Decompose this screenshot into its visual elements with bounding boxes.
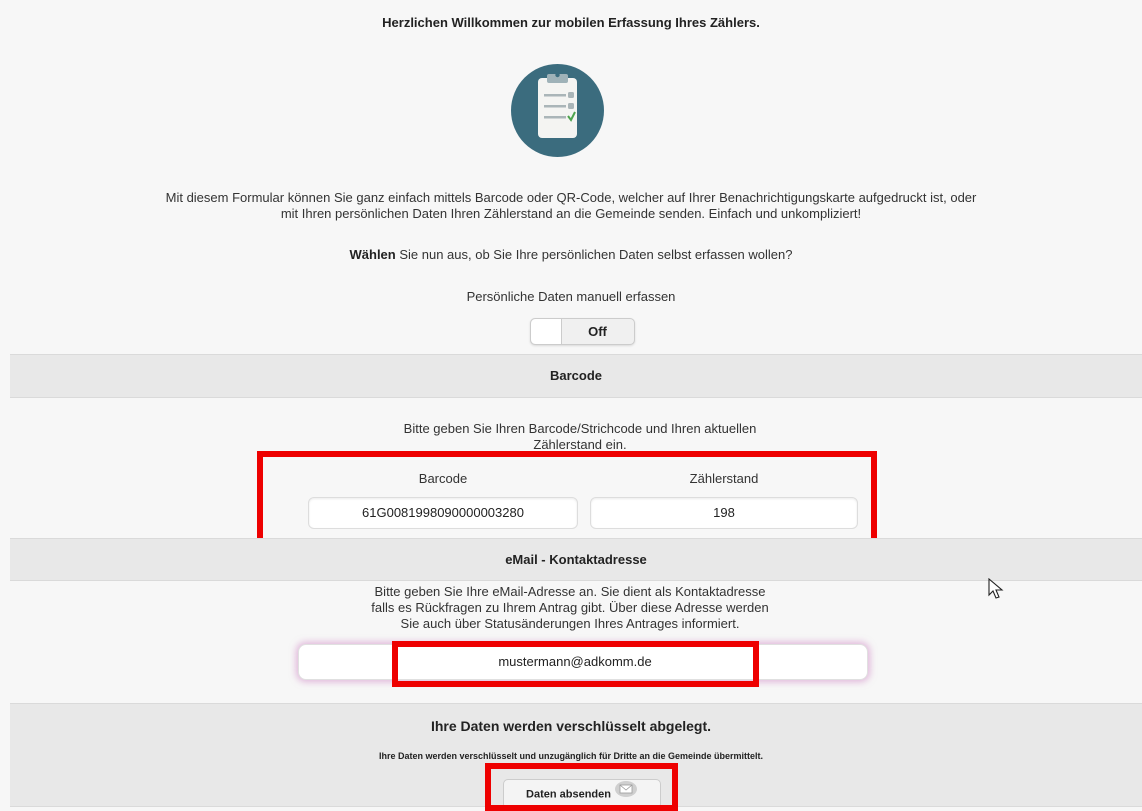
barcode-section-header: Barcode (10, 354, 1142, 398)
mouse-cursor-icon (988, 577, 1004, 605)
footer-title: Ihre Daten werden verschlüsselt abgelegt… (430, 718, 712, 734)
toggle-state: Off (588, 324, 607, 339)
intro-line-2: mit Ihren persönlichen Daten Ihren Zähle… (280, 206, 862, 221)
choose-prompt-rest: Sie nun aus, ob Sie Ihre persönlichen Da… (395, 247, 793, 262)
highlight-submit-button (485, 763, 678, 811)
barcode-hint-line-2: Zählerstand ein. (533, 437, 627, 452)
highlight-barcode-fields (257, 451, 877, 545)
email-hint: Bitte geben Sie Ihre eMail-Adresse an. S… (270, 584, 870, 632)
manual-entry-toggle[interactable]: Off (530, 318, 635, 345)
highlight-email-field (392, 641, 759, 687)
choose-prompt: Wählen Sie nun aus, ob Sie Ihre persönli… (0, 247, 1142, 262)
toggle-knob[interactable] (531, 319, 562, 344)
page-title: Herzlichen Willkommen zur mobilen Erfass… (382, 15, 760, 30)
email-hint-line-1: Bitte geben Sie Ihre eMail-Adresse an. S… (374, 584, 766, 599)
choose-prompt-bold: Wählen (349, 247, 396, 262)
clipboard-checklist-icon (511, 64, 604, 157)
email-hint-line-3: Sie auch über Statusänderungen Ihres Ant… (400, 616, 740, 631)
intro-line-1: Mit diesem Formular können Sie ganz einf… (165, 190, 977, 205)
email-section-header: eMail - Kontaktadresse (10, 538, 1142, 581)
manual-entry-label: Persönliche Daten manuell erfassen (466, 289, 676, 304)
email-hint-line-2: falls es Rückfragen zu Ihrem Antrag gibt… (371, 600, 769, 615)
barcode-hint-line-1: Bitte geben Sie Ihren Barcode/Strichcode… (403, 421, 757, 436)
footer-note: Ihre Daten werden verschlüsselt und unzu… (378, 751, 764, 761)
barcode-hint: Bitte geben Sie Ihren Barcode/Strichcode… (320, 421, 840, 452)
intro-text: Mit diesem Formular können Sie ganz einf… (0, 190, 1142, 222)
